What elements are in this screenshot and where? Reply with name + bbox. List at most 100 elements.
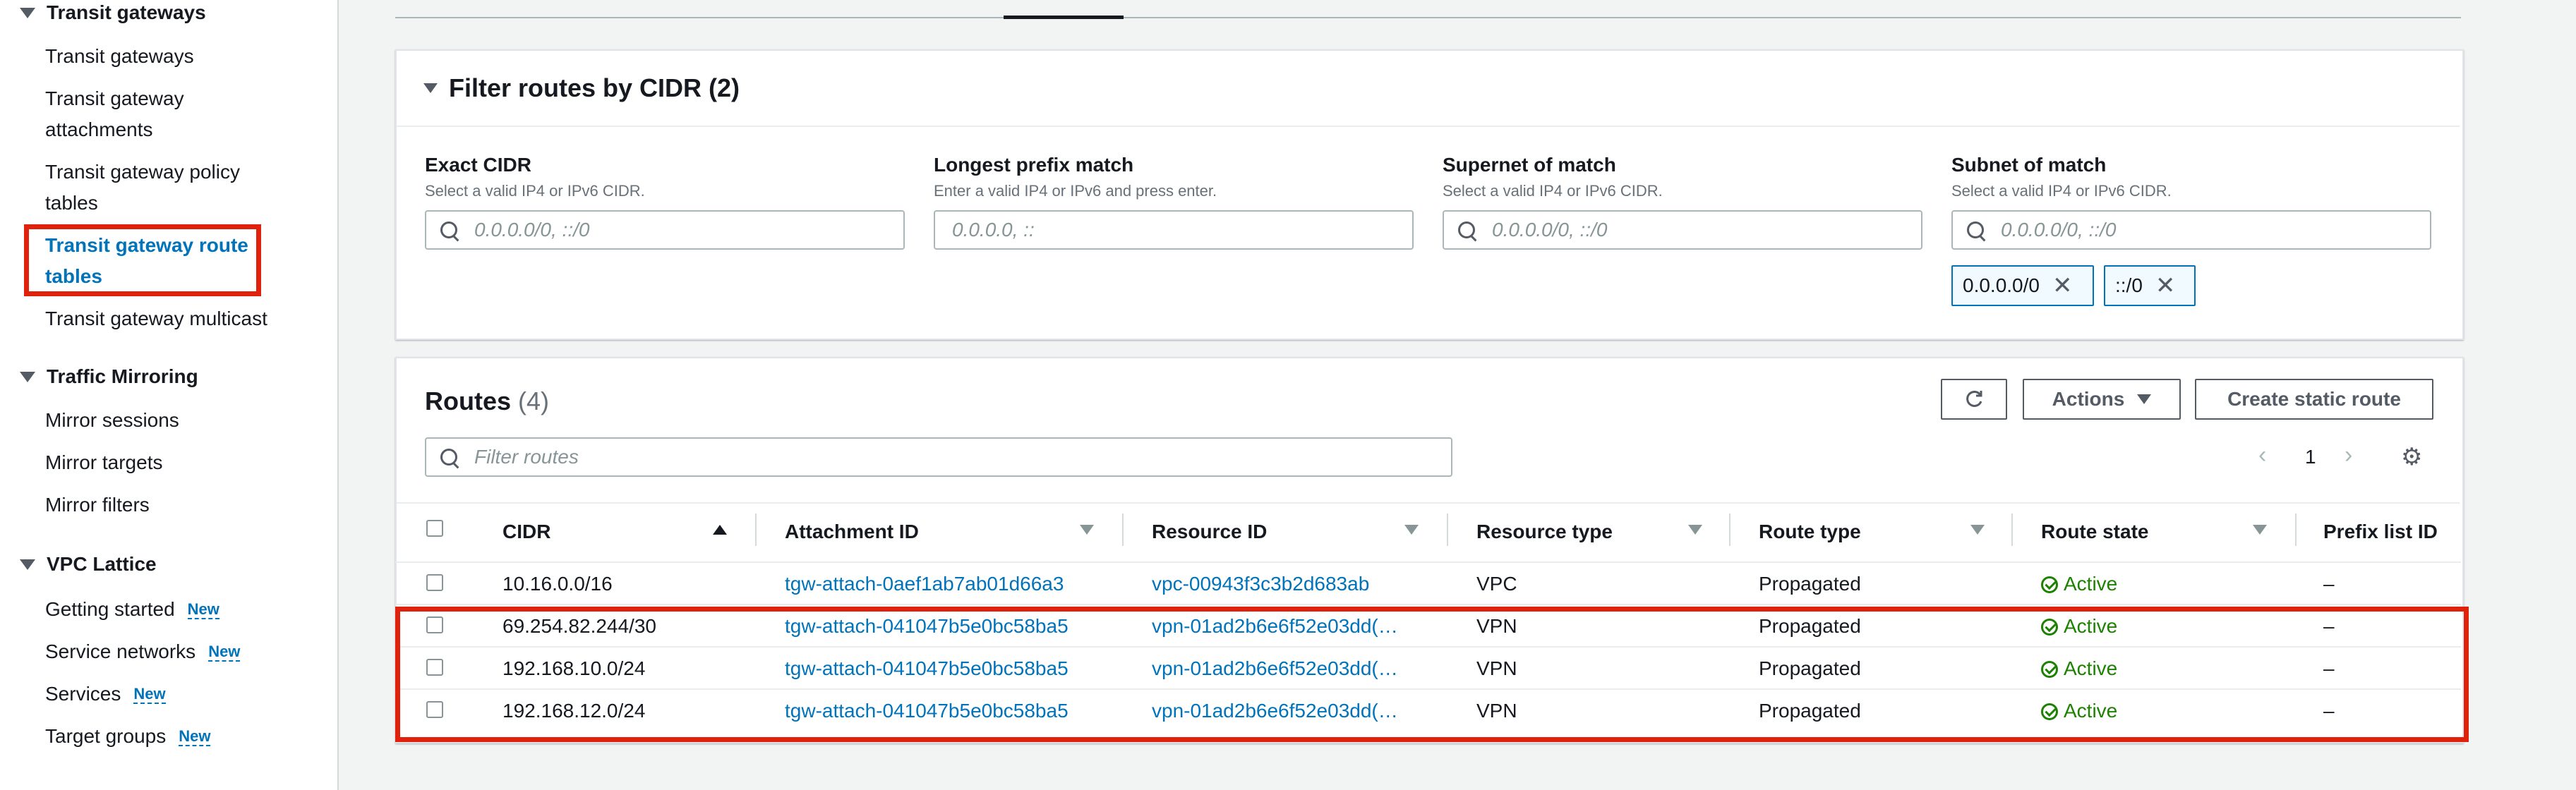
refresh-icon xyxy=(1966,390,1982,407)
row-divider xyxy=(395,604,2461,605)
column-header-route-type[interactable]: Route type xyxy=(1759,521,1861,543)
new-badge: New xyxy=(187,600,219,619)
row-divider xyxy=(395,561,2461,563)
column-header-resource-type[interactable]: Resource type xyxy=(1476,521,1613,543)
token-label: ::/0 xyxy=(2115,274,2143,296)
cell-resource-type: VPC xyxy=(1476,573,1517,595)
column-header-prefix-list-id[interactable]: Prefix list ID xyxy=(2323,521,2438,543)
sort-icon[interactable] xyxy=(1970,525,1985,535)
sidebar-item-service-networks[interactable]: Service networks New xyxy=(45,636,271,669)
cell-cidr: 10.16.0.0/16 xyxy=(502,573,613,595)
filter-routes-input[interactable]: Filter routes xyxy=(425,437,1452,477)
table-top-line xyxy=(397,502,2460,504)
column-divider xyxy=(755,514,757,546)
column-header-resource-id[interactable]: Resource ID xyxy=(1152,521,1267,543)
cell-resource-link[interactable]: vpc-00943f3c3b2d683ab xyxy=(1152,573,1369,595)
token-ipv4: 0.0.0.0/0 ✕ xyxy=(1951,265,2094,306)
sort-icon[interactable] xyxy=(1688,525,1702,535)
input-placeholder: 0.0.0.0, :: xyxy=(952,219,1035,241)
search-icon xyxy=(1458,221,1475,238)
routes-title-text: Routes xyxy=(425,387,512,415)
column-divider xyxy=(1122,514,1124,546)
sidebar-item-transit-gateways[interactable]: Transit gateways xyxy=(45,41,271,72)
column-divider xyxy=(1447,514,1448,546)
sidebar-item-mirror-filters[interactable]: Mirror filters xyxy=(45,490,271,521)
sidebar-item-mirror-targets[interactable]: Mirror targets xyxy=(45,447,271,478)
item-label: Services xyxy=(45,683,121,705)
highlight-box-vpn-routes xyxy=(395,607,2469,742)
sort-icon[interactable] xyxy=(2253,525,2267,535)
section-transit-gateways[interactable]: Transit gateways xyxy=(20,1,206,24)
input-placeholder: 0.0.0.0/0, ::/0 xyxy=(474,219,590,241)
actions-button[interactable]: Actions xyxy=(2023,379,2181,420)
create-static-route-button[interactable]: Create static route xyxy=(2195,379,2433,420)
section-title: VPC Lattice xyxy=(47,553,157,575)
sidebar-item-getting-started[interactable]: Getting started New xyxy=(45,594,271,626)
routes-count: (4) xyxy=(518,387,550,415)
routes-title: Routes (4) xyxy=(425,387,549,416)
column-divider xyxy=(2295,514,2297,546)
sidebar-item-mirror-sessions[interactable]: Mirror sessions xyxy=(45,405,271,436)
close-icon[interactable]: ✕ xyxy=(2052,272,2073,300)
supernet-label: Supernet of match xyxy=(1443,154,1616,176)
subnet-input[interactable]: 0.0.0.0/0, ::/0 xyxy=(1951,210,2431,250)
sidebar-item-transit-gateway-multicast[interactable]: Transit gateway multicast xyxy=(45,303,271,334)
panel-divider xyxy=(397,126,2460,127)
supernet-input[interactable]: 0.0.0.0/0, ::/0 xyxy=(1443,210,1922,250)
item-label: Service networks xyxy=(45,640,196,662)
highlight-box-sidebar xyxy=(24,224,261,296)
caret-down-icon xyxy=(423,83,438,93)
cell-route-type: Propagated xyxy=(1759,573,1861,595)
longest-prefix-label: Longest prefix match xyxy=(934,154,1134,176)
new-badge: New xyxy=(179,727,211,746)
cell-attachment-link[interactable]: tgw-attach-0aef1ab7ab01d66a3 xyxy=(785,573,1064,595)
exact-cidr-desc: Select a valid IP4 or IPv6 CIDR. xyxy=(425,182,645,200)
new-badge: New xyxy=(208,643,241,662)
select-all-checkbox[interactable] xyxy=(426,520,443,537)
supernet-desc: Select a valid IP4 or IPv6 CIDR. xyxy=(1443,182,1663,200)
exact-cidr-input[interactable]: 0.0.0.0/0, ::/0 xyxy=(425,210,905,250)
sort-icon[interactable] xyxy=(1404,525,1419,535)
sidebar-item-services[interactable]: Services New xyxy=(45,679,271,711)
column-header-cidr[interactable]: CIDR xyxy=(502,521,550,543)
caret-down-icon xyxy=(2137,394,2152,404)
column-divider xyxy=(2011,514,2013,546)
active-tab-indicator xyxy=(1004,16,1124,19)
caret-down-icon xyxy=(20,371,35,382)
token-ipv6: ::/0 ✕ xyxy=(2104,265,2196,306)
sidebar-item-target-groups[interactable]: Target groups New xyxy=(45,721,271,753)
column-header-route-state[interactable]: Route state xyxy=(2041,521,2148,543)
cell-prefix-list: – xyxy=(2323,573,2335,595)
cell-route-state: Active xyxy=(2041,573,2117,595)
exact-cidr-label: Exact CIDR xyxy=(425,154,531,176)
filter-panel-header[interactable]: Filter routes by CIDR (2) xyxy=(423,73,740,103)
row-checkbox[interactable] xyxy=(426,574,443,591)
new-badge: New xyxy=(133,685,166,704)
search-icon xyxy=(440,221,457,238)
caret-down-icon xyxy=(20,559,35,570)
page-number[interactable]: 1 xyxy=(2305,446,2316,468)
search-icon xyxy=(440,449,457,466)
section-traffic-mirroring[interactable]: Traffic Mirroring xyxy=(20,365,198,388)
sidebar-item-transit-gateway-attachments[interactable]: Transit gateway attachments xyxy=(45,83,271,145)
next-page-icon[interactable]: › xyxy=(2345,442,2352,469)
section-vpc-lattice[interactable]: VPC Lattice xyxy=(20,553,157,576)
gear-icon[interactable]: ⚙ xyxy=(2401,443,2422,471)
filter-panel-title: Filter routes by CIDR (2) xyxy=(449,73,740,102)
check-circle-icon xyxy=(2041,576,2058,593)
subnet-label: Subnet of match xyxy=(1951,154,2107,176)
close-icon[interactable]: ✕ xyxy=(2155,272,2176,300)
longest-prefix-input[interactable]: 0.0.0.0, :: xyxy=(934,210,1414,250)
search-icon xyxy=(1967,221,1984,238)
prev-page-icon[interactable]: ‹ xyxy=(2258,442,2266,469)
item-label: Target groups xyxy=(45,725,167,747)
sort-icon[interactable] xyxy=(1080,525,1094,535)
refresh-button[interactable] xyxy=(1941,379,2007,420)
caret-down-icon xyxy=(20,7,35,18)
input-placeholder: 0.0.0.0/0, ::/0 xyxy=(1492,219,1608,241)
sidebar-nav: Transit gateways Transit gateways Transi… xyxy=(0,0,339,790)
longest-prefix-desc: Enter a valid IP4 or IPv6 and press ente… xyxy=(934,182,1217,200)
column-header-attachment-id[interactable]: Attachment ID xyxy=(785,521,919,543)
sidebar-item-transit-gateway-policy-tables[interactable]: Transit gateway policy tables xyxy=(45,157,271,219)
sort-ascending-icon[interactable] xyxy=(713,525,727,535)
